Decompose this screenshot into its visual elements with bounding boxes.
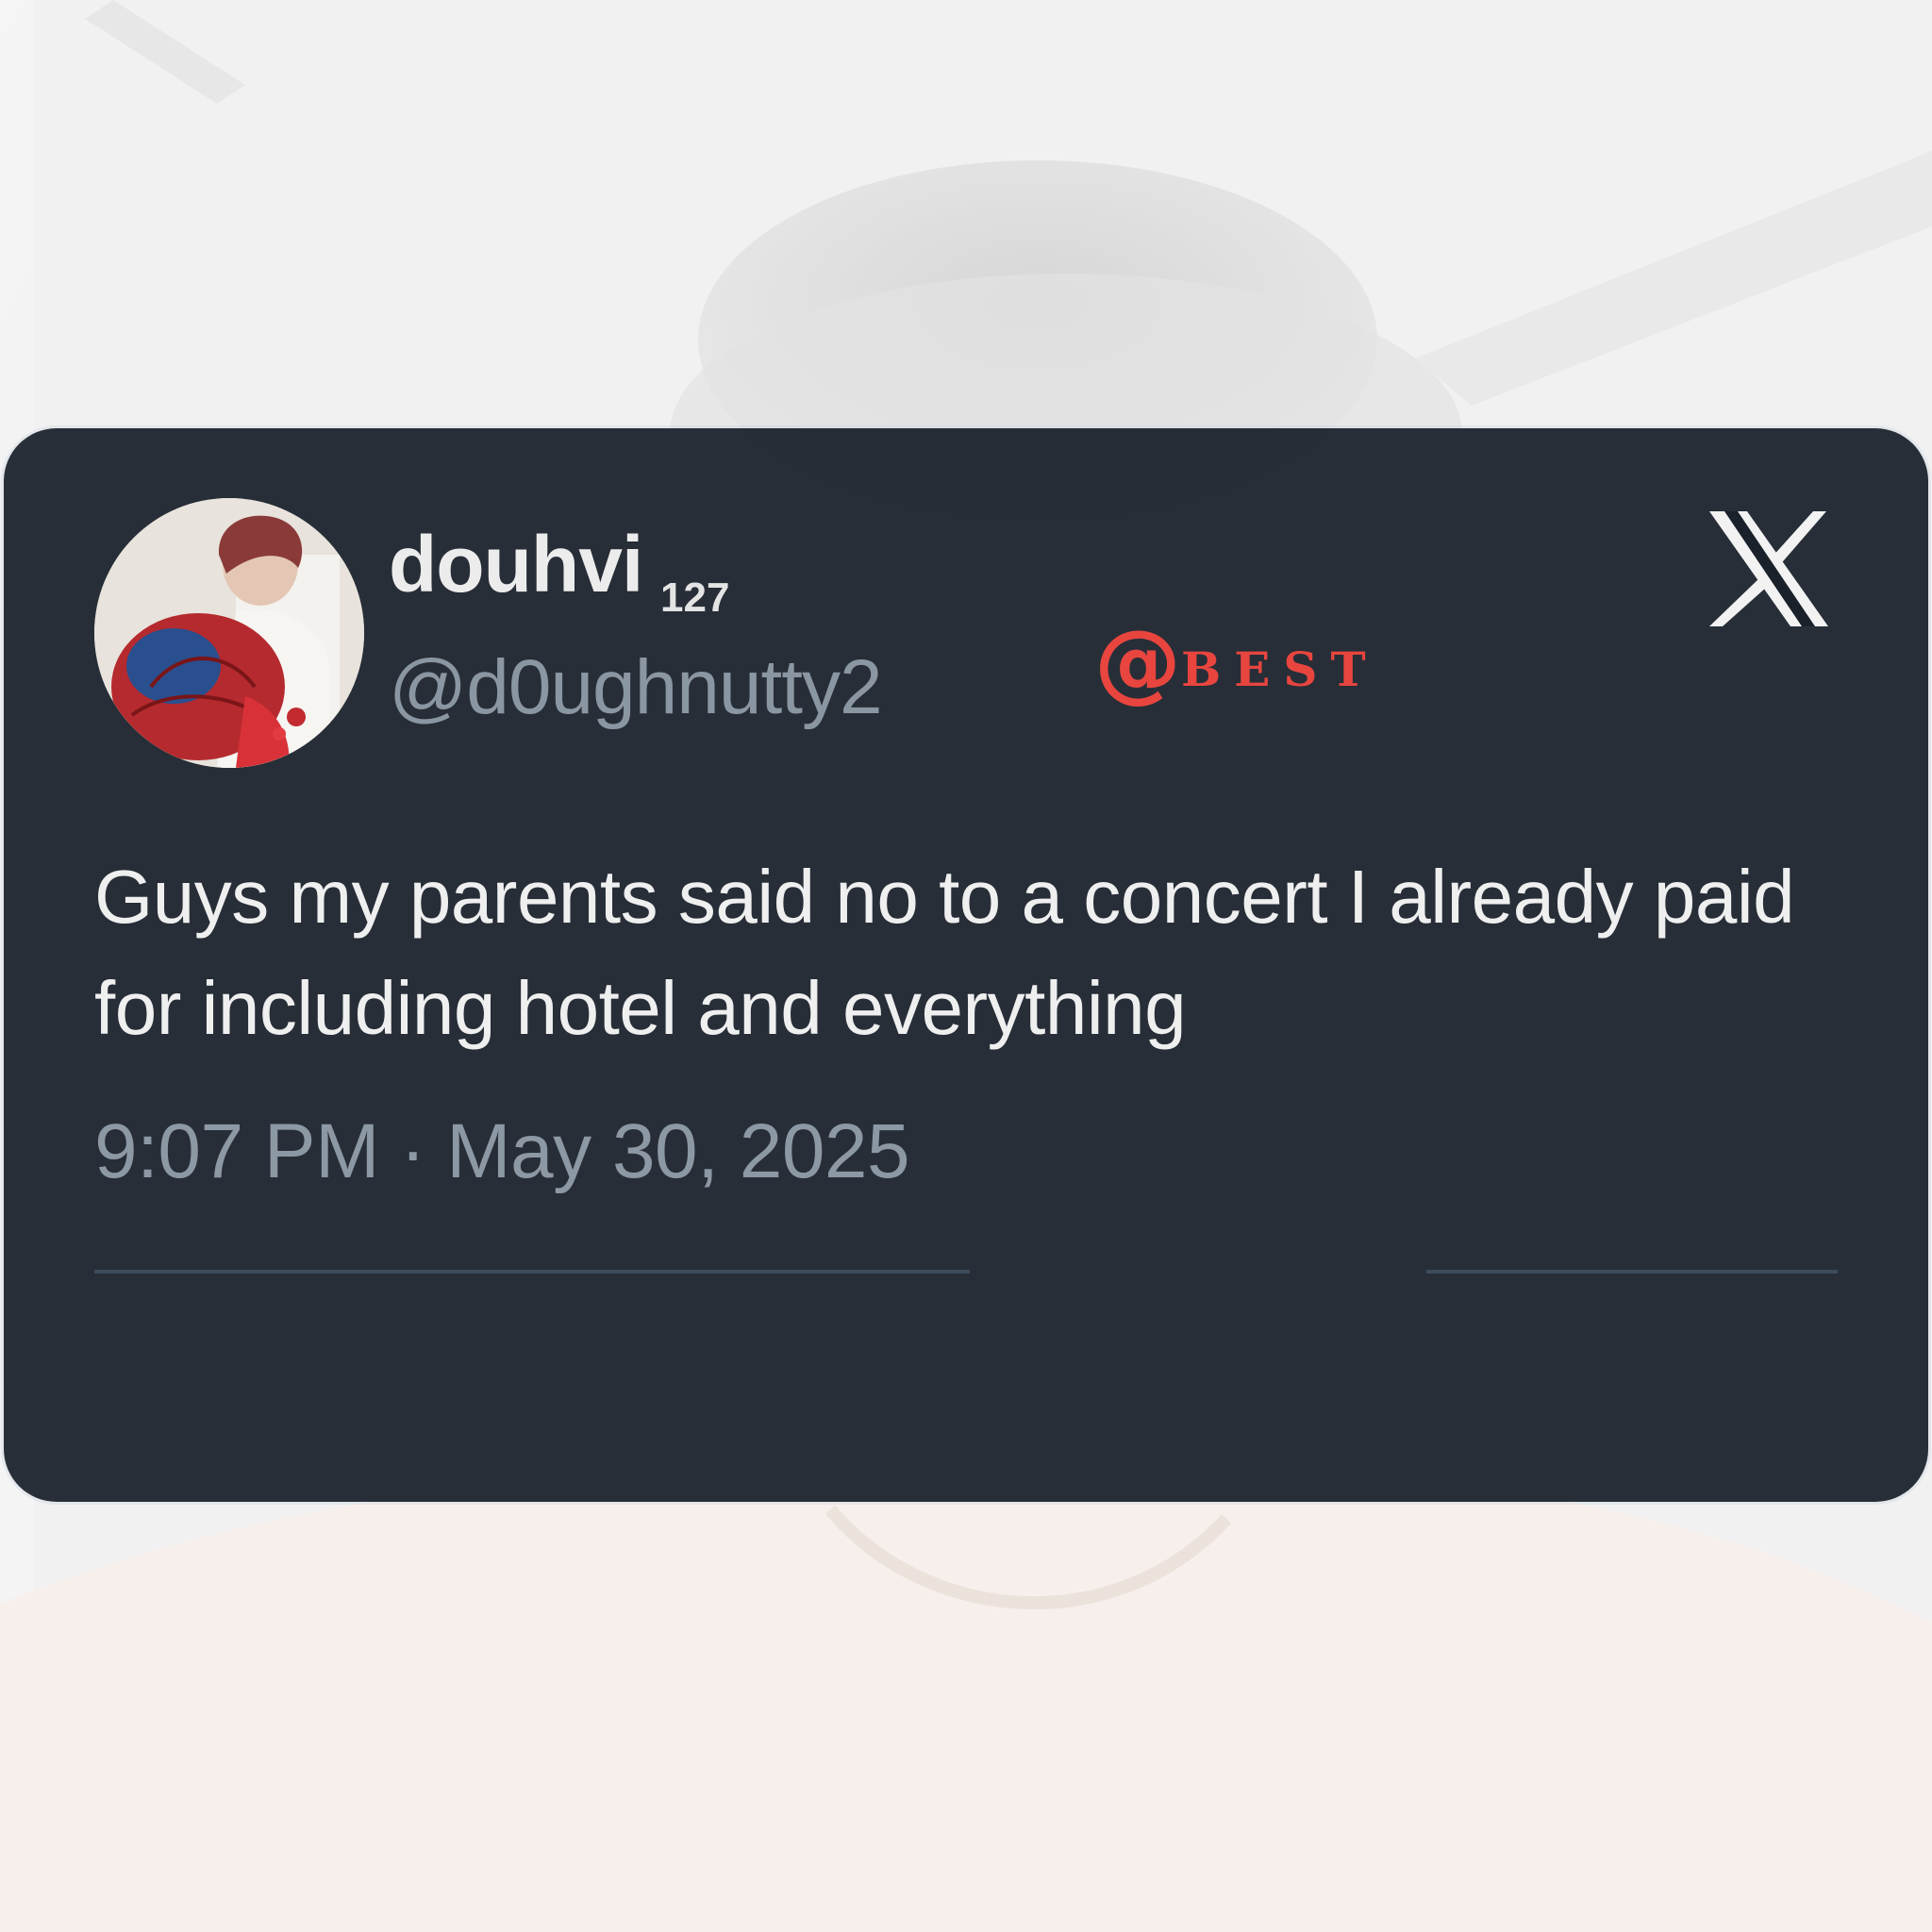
watermark-word: BEST bbox=[1181, 641, 1379, 697]
name-count-badge: 127 bbox=[660, 575, 730, 621]
divider-line bbox=[94, 1270, 970, 1274]
watermark-at: @ bbox=[1094, 611, 1181, 712]
x-logo-icon[interactable] bbox=[1706, 509, 1832, 628]
display-name[interactable]: douhvi bbox=[389, 525, 643, 604]
tweet-text: Guys my parents said no to a concert I a… bbox=[94, 855, 1795, 1050]
best-watermark: @BEST bbox=[1094, 619, 1379, 706]
tweet-timestamp[interactable]: 9:07 PM · May 30, 2025 bbox=[94, 1113, 910, 1191]
screenshot-stage: douhvi 127 @d0ughnutty2 @BEST Guys my pa… bbox=[0, 0, 1932, 1932]
profile-photo-avatar[interactable] bbox=[94, 498, 364, 768]
divider-line bbox=[1426, 1270, 1838, 1274]
user-handle[interactable]: @d0ughnutty2 bbox=[389, 649, 883, 726]
